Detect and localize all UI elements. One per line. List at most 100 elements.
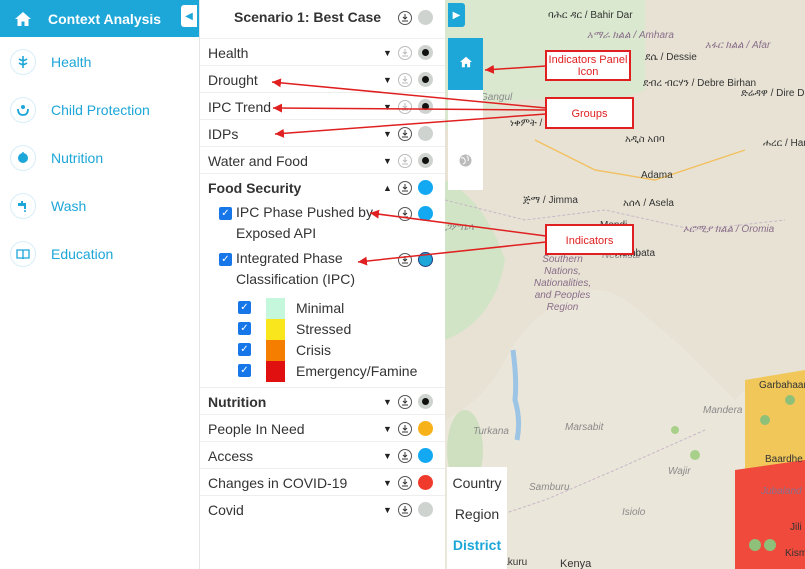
level-district[interactable]: District bbox=[447, 529, 507, 560]
indicators-panel-button[interactable] bbox=[448, 38, 483, 90]
home-icon[interactable] bbox=[12, 8, 34, 30]
chevron-down-icon[interactable]: ▼ bbox=[383, 129, 392, 139]
indicator-ipc[interactable]: ✓ Integrated Phase Classification (IPC) bbox=[200, 248, 445, 292]
download-icon[interactable] bbox=[398, 10, 412, 25]
legend-minimal[interactable]: ✓ Minimal bbox=[200, 298, 445, 319]
group-ipc-trend[interactable]: IPC Trend ▼ bbox=[200, 92, 445, 120]
download-icon[interactable] bbox=[398, 99, 412, 114]
download-icon[interactable] bbox=[398, 45, 412, 60]
layer-toggle[interactable] bbox=[418, 475, 433, 490]
group-changes-in-covid-19[interactable]: Changes in COVID-19 ▼ bbox=[200, 468, 445, 496]
download-icon[interactable] bbox=[398, 180, 412, 195]
legend-checkbox[interactable]: ✓ bbox=[238, 301, 251, 314]
layer-toggle[interactable] bbox=[418, 153, 433, 168]
map-label: ደሴ / Dessie bbox=[645, 52, 697, 63]
chevron-down-icon[interactable]: ▼ bbox=[383, 397, 392, 407]
child-protection-icon bbox=[10, 97, 36, 123]
scenario-title: Scenario 1: Best Case bbox=[234, 9, 382, 25]
download-icon[interactable] bbox=[398, 394, 412, 409]
chevron-up-icon[interactable]: ▲ bbox=[383, 183, 392, 193]
sidebar-header[interactable]: Context Analysis ◀ bbox=[0, 0, 199, 37]
group-access[interactable]: Access ▼ bbox=[200, 441, 445, 469]
indicator-label: IPC Phase Pushed by Exposed API bbox=[236, 204, 373, 241]
faucet-icon bbox=[10, 193, 36, 219]
legend-checkbox[interactable]: ✓ bbox=[238, 322, 251, 335]
layer-toggle[interactable] bbox=[418, 252, 433, 267]
layer-toggle[interactable] bbox=[418, 448, 433, 463]
layer-toggle[interactable] bbox=[418, 99, 433, 114]
group-health[interactable]: Health ▼ bbox=[200, 38, 445, 66]
sidebar-title: Context Analysis bbox=[48, 10, 162, 27]
indicator-checkbox[interactable]: ✓ bbox=[219, 207, 232, 220]
group-label: Access bbox=[208, 447, 254, 464]
indicator-checkbox[interactable]: ✓ bbox=[219, 253, 232, 266]
indicator-ipc-phase-pushed[interactable]: ✓ IPC Phase Pushed by Exposed API bbox=[200, 202, 445, 246]
sidebar-item-nutrition[interactable]: Nutrition bbox=[0, 134, 199, 182]
download-icon[interactable] bbox=[398, 206, 412, 221]
download-icon[interactable] bbox=[398, 448, 412, 463]
indicators-panel: Scenario 1: Best Case Health ▼ Drought ▼… bbox=[200, 0, 445, 569]
group-label: Drought bbox=[208, 71, 258, 88]
sidebar-item-label: Health bbox=[51, 54, 92, 70]
legend-label: Emergency/Famine bbox=[296, 363, 418, 379]
sidebar-item-education[interactable]: Education bbox=[0, 230, 199, 278]
group-covid[interactable]: Covid ▼ bbox=[200, 495, 445, 523]
legend-crisis[interactable]: ✓ Crisis bbox=[200, 340, 445, 361]
chevron-down-icon[interactable]: ▼ bbox=[383, 48, 392, 58]
legend-label: Stressed bbox=[296, 321, 352, 337]
download-icon[interactable] bbox=[398, 153, 412, 168]
group-nutrition[interactable]: Nutrition ▼ bbox=[200, 387, 445, 415]
download-icon[interactable] bbox=[398, 252, 412, 267]
level-country[interactable]: Country bbox=[447, 467, 507, 498]
map-label: ሐረር / Harar bbox=[763, 138, 805, 149]
map-label: Kism bbox=[785, 548, 805, 559]
map-label: ኦሮሚያ ክልል / Oromia bbox=[683, 224, 775, 235]
layer-toggle[interactable] bbox=[418, 45, 433, 60]
map-label: ደብረ ብርሃን / Debre Birhan bbox=[643, 78, 757, 89]
layer-toggle[interactable] bbox=[418, 126, 433, 141]
group-label: Covid bbox=[208, 501, 244, 518]
download-icon[interactable] bbox=[398, 72, 412, 87]
legend-stressed[interactable]: ✓ Stressed bbox=[200, 319, 445, 340]
group-people-in-need[interactable]: People In Need ▼ bbox=[200, 414, 445, 442]
chevron-down-icon[interactable]: ▼ bbox=[383, 451, 392, 461]
map-label: Baardhe bbox=[765, 454, 803, 465]
group-water-and-food[interactable]: Water and Food ▼ bbox=[200, 146, 445, 174]
group-idps[interactable]: IDPs ▼ bbox=[200, 119, 445, 147]
download-icon[interactable] bbox=[398, 502, 412, 517]
map-label: Wajir bbox=[668, 466, 691, 477]
download-icon[interactable] bbox=[398, 421, 412, 436]
group-label: Changes in COVID-19 bbox=[208, 474, 348, 491]
chevron-down-icon[interactable]: ▼ bbox=[383, 424, 392, 434]
sidebar-item-child-protection[interactable]: Child Protection bbox=[0, 86, 199, 134]
chevron-down-icon[interactable]: ▼ bbox=[383, 505, 392, 515]
map-label: ጋምቤላ bbox=[445, 222, 474, 233]
chevron-down-icon[interactable]: ▼ bbox=[383, 478, 392, 488]
layer-toggle[interactable] bbox=[418, 394, 433, 409]
layer-toggle[interactable] bbox=[418, 206, 433, 221]
download-icon[interactable] bbox=[398, 126, 412, 141]
layer-toggle[interactable] bbox=[418, 180, 433, 195]
level-region[interactable]: Region bbox=[447, 498, 507, 529]
legend-checkbox[interactable]: ✓ bbox=[238, 364, 251, 377]
group-food-security[interactable]: Food Security ▲ bbox=[200, 173, 445, 201]
legend-checkbox[interactable]: ✓ bbox=[238, 343, 251, 356]
download-icon[interactable] bbox=[398, 475, 412, 490]
sidebar-item-wash[interactable]: Wash bbox=[0, 182, 199, 230]
collapse-panel-button[interactable]: ▶ bbox=[448, 3, 465, 27]
globe-icon[interactable] bbox=[458, 153, 473, 168]
layer-toggle[interactable] bbox=[418, 502, 433, 517]
sidebar-item-health[interactable]: Health bbox=[0, 38, 199, 86]
chevron-down-icon[interactable]: ▼ bbox=[383, 156, 392, 166]
legend-emergency-famine[interactable]: ✓ Emergency/Famine bbox=[200, 361, 445, 382]
collapse-sidebar-button[interactable]: ◀ bbox=[181, 5, 197, 27]
legend-swatch bbox=[266, 361, 285, 382]
group-drought[interactable]: Drought ▼ bbox=[200, 65, 445, 93]
map-label: Marsabit bbox=[565, 422, 604, 433]
scenario-toggle[interactable] bbox=[418, 10, 433, 25]
chevron-down-icon[interactable]: ▼ bbox=[383, 75, 392, 85]
layer-toggle[interactable] bbox=[418, 72, 433, 87]
layer-toggle[interactable] bbox=[418, 421, 433, 436]
sidebar-item-label: Child Protection bbox=[51, 102, 150, 118]
chevron-down-icon[interactable]: ▼ bbox=[383, 102, 392, 112]
